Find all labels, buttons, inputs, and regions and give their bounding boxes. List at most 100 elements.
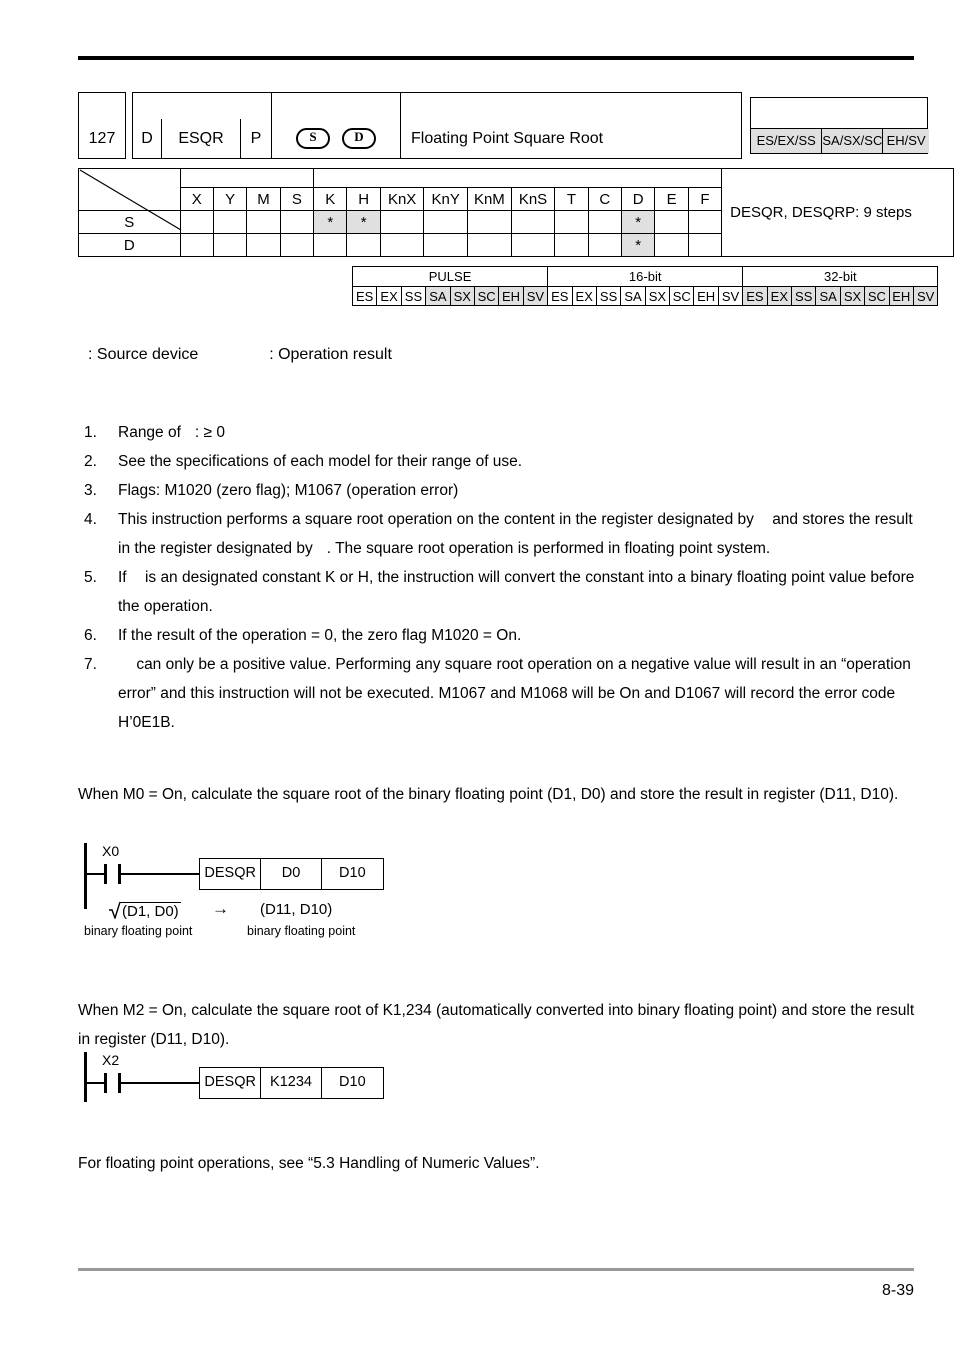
note-number-1: 1. xyxy=(84,424,97,441)
model-badge-eh-sv: EH/SV xyxy=(883,129,929,153)
note-item-3: 3. Flags: M1020 (zero flag); M1067 (oper… xyxy=(78,476,918,505)
example-1-ladder-diagram: X0 DESQR D0 D10 (D1, D0) → (D11, D10) bi… xyxy=(84,843,504,943)
note-item-6: 6. If the result of the operation = 0, t… xyxy=(78,621,918,650)
cell-D-KnS xyxy=(510,233,556,257)
operand-col-F: F xyxy=(687,187,723,211)
header-top-p-cell xyxy=(240,92,272,119)
cell-S-Y xyxy=(212,210,248,234)
note-number-4: 4. xyxy=(84,511,97,528)
note-item-7: 7. can only be a positive value. Perform… xyxy=(78,650,918,737)
source-operand-symbol: S xyxy=(296,128,330,149)
header-top-desc-cell xyxy=(400,92,742,119)
top-divider-rule xyxy=(78,56,914,60)
header-gap-2 xyxy=(742,93,751,120)
cell-D-KnY xyxy=(423,233,469,257)
pulse-cell-SV: SV xyxy=(522,286,549,306)
cell-D-H xyxy=(346,233,381,257)
instruction-operand2-cell-2: D10 xyxy=(339,1074,366,1090)
note-text-4: This instruction performs a square root … xyxy=(118,505,918,563)
bit-group-title-pulse: PULSE xyxy=(351,266,549,287)
instruction-operand2-cell-1: D10 xyxy=(339,865,366,881)
api-number: 127 xyxy=(78,119,126,159)
bit32-cell-SV: SV xyxy=(912,286,939,306)
cell-D-D: * xyxy=(621,233,656,257)
sqrt-expression: (D1, D0) xyxy=(108,899,181,923)
instruction-name-cell-1: DESQR xyxy=(200,859,262,889)
note-number-6: 6. xyxy=(84,627,97,644)
model-badge-container: ES/EX/SS SA/SX/SC EH/SV xyxy=(750,93,929,159)
operand-col-KnM: KnM xyxy=(467,187,512,211)
bit32-cell-SA: SA xyxy=(815,286,841,306)
operand-group-bit-devices xyxy=(179,168,315,188)
cell-D-S xyxy=(279,233,315,257)
instruction-header-table: ES/EX/SS SA/SX/SC EH/SV 127 D ESQR P SD … xyxy=(78,92,929,159)
bit32-cell-EX: EX xyxy=(766,286,793,306)
operand-col-Y: Y xyxy=(212,187,248,211)
cell-S-S xyxy=(279,210,315,234)
header-gap-1 xyxy=(126,93,133,120)
cell-D-KnX xyxy=(379,233,425,257)
note-5-prefix: If xyxy=(118,569,127,586)
legend-result: : Operation result xyxy=(269,346,392,363)
bit-table-title-row: PULSE 16-bit 32-bit xyxy=(351,266,939,287)
wire-rail-to-contact xyxy=(86,873,104,875)
instruction-description: Floating Point Square Root xyxy=(400,119,742,159)
header-gap-4 xyxy=(742,119,751,159)
cell-S-X xyxy=(179,210,214,234)
corner-diagonal-icon xyxy=(79,169,182,231)
operand-table-corner xyxy=(78,168,182,231)
pulse-cell-SC: SC xyxy=(473,286,500,306)
model-badge-blank-row xyxy=(751,98,927,129)
sqrt-result: (D11, D10) xyxy=(260,901,333,918)
annotation-left-note: binary floating point xyxy=(84,924,193,938)
pulse-cell-EH: EH xyxy=(498,286,524,306)
power-rail-left-2 xyxy=(84,1052,87,1102)
note-1-prefix: Range of xyxy=(118,424,181,441)
floating-point-reference-note: For floating point operations, see “5.3 … xyxy=(78,1155,540,1172)
instruction-operand1-cell-1: D0 xyxy=(261,859,322,889)
bit16-cell-SX: SX xyxy=(644,286,671,306)
bit32-cell-SX: SX xyxy=(839,286,866,306)
bit32-cell-ES: ES xyxy=(742,286,768,306)
note-number-2: 2. xyxy=(84,453,97,470)
instruction-steps-cell: DESQR, DESQRP: 9 steps xyxy=(721,168,954,257)
operand-col-C: C xyxy=(587,187,623,211)
instruction-operand1-cell-2: K1234 xyxy=(261,1068,322,1098)
pulse-cell-EX: EX xyxy=(376,286,402,306)
note-1-range: : ≥ 0 xyxy=(194,424,225,441)
operand-row-label-D: D xyxy=(78,233,181,257)
pulse-cell-ES: ES xyxy=(351,286,378,306)
bit-group-title-32bit: 32-bit xyxy=(742,266,939,287)
wire-contact-to-box xyxy=(120,873,200,875)
destination-operand-symbol: D xyxy=(342,128,376,149)
example-2-description: When M2 = On, calculate the square root … xyxy=(78,1002,915,1048)
pulse-cell-SX: SX xyxy=(449,286,475,306)
note-4-part1: This instruction performs a square root … xyxy=(118,511,754,528)
cell-D-F xyxy=(687,233,723,257)
operand-col-KnS: KnS xyxy=(510,187,556,211)
model-badge-sa-sx-sc: SA/SX/SC xyxy=(822,129,884,153)
bit16-cell-SS: SS xyxy=(595,286,622,306)
operand-col-E: E xyxy=(654,187,689,211)
bit16-cell-SA: SA xyxy=(620,286,646,306)
cell-S-H: * xyxy=(346,210,381,234)
operand-col-D: D xyxy=(621,187,656,211)
bit16-cell-EH: EH xyxy=(693,286,719,306)
model-badge-row: ES/EX/SS SA/SX/SC EH/SV xyxy=(751,129,929,153)
cell-D-Y xyxy=(212,233,248,257)
contact-bar-left xyxy=(104,864,107,884)
instruction-block-2: DESQR K1234 D10 xyxy=(199,1067,384,1099)
cell-D-C xyxy=(587,233,623,257)
header-top-api-cell xyxy=(78,92,126,119)
cell-S-C xyxy=(587,210,623,234)
power-rail-left xyxy=(84,843,87,909)
p-flag: P xyxy=(240,119,272,159)
cell-D-KnM xyxy=(467,233,512,257)
header-top-sd-cell xyxy=(271,92,401,119)
bit16-cell-EX: EX xyxy=(571,286,597,306)
operand-col-K: K xyxy=(313,187,348,211)
operand-legend: : Source device : Operation result xyxy=(88,346,392,364)
d-flag: D xyxy=(132,119,162,159)
cell-S-F xyxy=(687,210,723,234)
note-text-2: See the specifications of each model for… xyxy=(118,453,523,470)
